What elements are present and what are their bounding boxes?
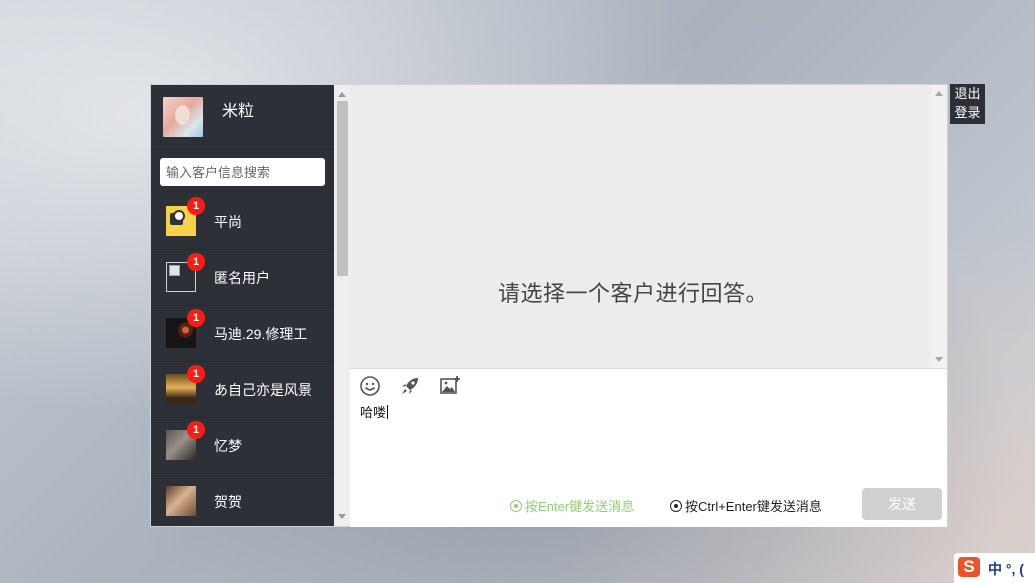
contact-avatar: [166, 486, 196, 516]
contact-name: 忆梦: [214, 438, 242, 454]
draft-text: 哈喽: [360, 405, 387, 420]
contact-item[interactable]: 1 匿名用户: [151, 250, 334, 306]
rocket-icon[interactable]: [399, 375, 421, 397]
message-scrollbar[interactable]: [931, 85, 947, 368]
logout-button[interactable]: 退出登录: [950, 84, 985, 124]
send-button[interactable]: 发送: [862, 488, 942, 520]
sidebar: 米粒 1 平尚 1 匿名用户 1 马迪.29.修理工 1 あ自己亦是: [151, 85, 334, 526]
message-input[interactable]: 哈喽: [360, 402, 389, 421]
image-icon[interactable]: [439, 375, 461, 397]
radio-icon: [670, 500, 682, 512]
smiley-icon[interactable]: [359, 375, 381, 397]
contact-item[interactable]: 1 马迪.29.修理工: [151, 306, 334, 362]
contact-name: 马迪.29.修理工: [214, 326, 308, 342]
scroll-down-icon[interactable]: [935, 357, 943, 362]
contact-item[interactable]: 贺贺: [151, 474, 334, 526]
profile-header: 米粒: [151, 85, 334, 150]
contact-list-scrollbar[interactable]: [334, 85, 350, 526]
contact-name: 平尚: [214, 214, 242, 230]
unread-badge: 1: [187, 197, 205, 215]
contact-name: 贺贺: [214, 494, 242, 510]
chat-window: 米粒 1 平尚 1 匿名用户 1 马迪.29.修理工 1 あ自己亦是: [150, 84, 948, 527]
composer: 哈喽 按Enter键发送消息 按Ctrl+Enter键发送消息 发送: [350, 368, 947, 527]
sogou-logo-icon: S: [958, 557, 980, 577]
send-option-enter[interactable]: 按Enter键发送消息: [510, 496, 634, 515]
contact-name: 匿名用户: [214, 270, 270, 286]
contact-item[interactable]: 1 平尚: [151, 194, 334, 250]
radio-selected-icon: [510, 500, 522, 512]
avatar: [163, 97, 203, 137]
contact-list: 1 平尚 1 匿名用户 1 马迪.29.修理工 1 あ自己亦是风景 1 忆梦 贺…: [151, 194, 334, 526]
empty-state-text: 请选择一个客户进行回答。: [498, 281, 769, 306]
send-option-ctrl-enter[interactable]: 按Ctrl+Enter键发送消息: [670, 496, 822, 515]
scrollbar-thumb[interactable]: [337, 101, 348, 276]
send-option-label: 按Ctrl+Enter键发送消息: [685, 499, 822, 514]
unread-badge: 1: [187, 421, 205, 439]
unread-badge: 1: [187, 365, 205, 383]
message-area: 请选择一个客户进行回答。: [350, 85, 947, 368]
unread-badge: 1: [187, 309, 205, 327]
ime-status: 中 °, (: [988, 561, 1024, 577]
profile-name: 米粒: [222, 103, 255, 120]
unread-badge: 1: [187, 253, 205, 271]
search-input[interactable]: [160, 158, 325, 186]
scroll-down-icon[interactable]: [338, 514, 346, 519]
contact-item[interactable]: 1 忆梦: [151, 418, 334, 474]
scroll-up-icon[interactable]: [338, 92, 346, 97]
send-option-label: 按Enter键发送消息: [525, 499, 635, 514]
ime-toolbar[interactable]: S 中 °, (: [954, 553, 1035, 583]
contact-item[interactable]: 1 あ自己亦是风景: [151, 362, 334, 418]
text-caret: [387, 405, 389, 419]
scroll-up-icon[interactable]: [935, 91, 943, 96]
contact-name: あ自己亦是风景: [214, 382, 312, 398]
